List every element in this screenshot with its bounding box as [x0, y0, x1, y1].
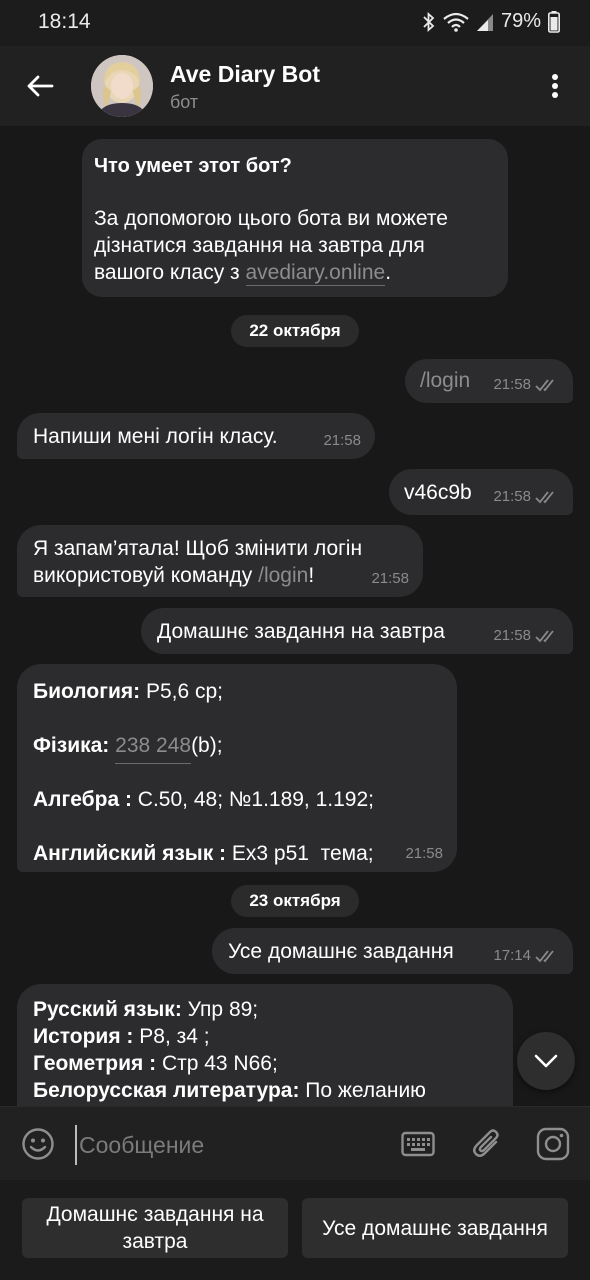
outgoing-message[interactable]: Усе домашнє завдання 17:14 [212, 928, 573, 974]
read-checkmarks-icon [535, 379, 554, 392]
chat-subtitle: бот [170, 92, 199, 112]
emoji-button[interactable] [19, 1125, 57, 1163]
message-text[interactable]: /login [420, 369, 470, 392]
homework-line: Русский язык: Упр 89; [33, 998, 259, 1021]
message-list[interactable]: Что умеет этот бот? За допомогою цього б… [0, 126, 590, 1106]
message-meta: 21:58 [323, 433, 361, 449]
attach-button[interactable] [468, 1125, 506, 1163]
status-time: 18:14 [38, 10, 91, 33]
message-time: 21:58 [493, 376, 531, 393]
camera-button[interactable] [534, 1125, 572, 1163]
signal-icon [476, 12, 494, 32]
message-time: 17:14 [493, 947, 531, 964]
keyboard-button-all-homework[interactable]: Усе домашнє завдання [302, 1198, 568, 1258]
read-checkmarks-icon [535, 491, 554, 504]
more-vertical-icon [552, 74, 558, 98]
message-time: 21:58 [493, 627, 531, 644]
message-meta: 17:14 [493, 948, 559, 964]
back-arrow-icon [27, 75, 54, 97]
read-checkmarks-icon [535, 950, 554, 963]
bot-info-text: За допомогою цього бота ви можете дізнат… [94, 207, 448, 286]
read-checkmarks-icon [535, 630, 554, 643]
message-time: 21:58 [371, 570, 409, 587]
incoming-message[interactable]: Напиши мені логін класу. 21:58 [17, 413, 375, 459]
login-command-link[interactable]: /login [258, 564, 308, 587]
message-input-bar [0, 1106, 590, 1181]
message-text: Усе домашнє завдання [228, 940, 454, 963]
homework-link[interactable]: 238 248 [115, 734, 192, 764]
status-bar: 18:14 79% [0, 0, 590, 46]
message-text: Домашнє завдання на завтра [157, 620, 445, 643]
battery-level: 79% [500, 10, 541, 32]
message-meta: 21:58 [493, 377, 559, 393]
message-meta: 21:58 [371, 571, 409, 587]
bot-avatar[interactable] [91, 55, 153, 117]
message-time: 21:58 [323, 432, 361, 449]
telegram-chat-screen: 18:14 79% Ave Diary Bot бот Что умеет эт… [0, 0, 590, 1280]
back-button[interactable] [22, 68, 58, 104]
bot-info-card: Что умеет этот бот? За допомогою цього б… [82, 139, 508, 297]
attach-icon [473, 1129, 499, 1157]
homework-line: Белорусская литература: По желанию [33, 1079, 426, 1102]
bot-keyboard-button[interactable] [399, 1125, 437, 1163]
keyboard-button-homework-tomorrow[interactable]: Домашнє завдання на завтра [22, 1198, 288, 1258]
message-meta: 21:58 [493, 489, 559, 505]
homework-line: История : P8, з4 ; [33, 1025, 210, 1048]
incoming-message[interactable]: Биология: P5,6 cp; Фізика: 238 248(b); А… [17, 664, 457, 872]
bot-info-heading: Что умеет этот бот? [94, 155, 292, 177]
chevron-down-icon [534, 1054, 558, 1068]
incoming-message[interactable]: Я запам’ятала! Щоб змінити логін викорис… [17, 525, 423, 597]
message-text: Напиши мені логін класу. [33, 425, 278, 448]
message-meta: 21:58 [493, 628, 559, 644]
keyboard-icon [401, 1131, 435, 1157]
homework-line: Фізика: 238 248(b); [33, 732, 457, 786]
more-options-button[interactable] [540, 68, 570, 104]
status-icons: 79% [422, 10, 560, 33]
homework-line: Геометрия : Стр 43 N66; [33, 1052, 278, 1075]
scroll-to-bottom-button[interactable] [517, 1032, 575, 1090]
message-time: 21:58 [405, 845, 443, 862]
site-link[interactable]: avediary.online [245, 261, 386, 286]
bot-reply-keyboard: Домашнє завдання на завтра Усе домашнє з… [0, 1180, 590, 1280]
date-separator: 22 октября [231, 315, 359, 347]
date-separator: 23 октября [231, 885, 359, 917]
bluetooth-icon [422, 11, 436, 32]
message-meta: 21:58 [405, 846, 443, 862]
message-time: 21:58 [493, 488, 531, 505]
outgoing-message[interactable]: Домашнє завдання на завтра 21:58 [141, 608, 573, 654]
chat-header: Ave Diary Bot бот [0, 46, 590, 126]
camera-icon [536, 1127, 570, 1161]
homework-line: Биология: P5,6 cp; [33, 680, 223, 703]
outgoing-message[interactable]: v46c9b 21:58 [389, 469, 573, 515]
emoji-icon [22, 1128, 54, 1160]
homework-line: Английский язык : Ex3 p51 тема; [33, 842, 374, 865]
message-text: v46c9b [404, 481, 472, 504]
message-input[interactable] [75, 1125, 381, 1165]
homework-line: Алгебра : С.50, 48; №1.189, 1.192; [33, 788, 374, 811]
incoming-message[interactable]: Русский язык: Упр 89; История : P8, з4 ;… [17, 984, 513, 1106]
battery-icon [548, 10, 560, 33]
chat-title: Ave Diary Bot [170, 61, 320, 87]
wifi-icon [443, 12, 469, 32]
message-text: Я запам’ятала! Щоб змінити логін викорис… [33, 537, 363, 587]
outgoing-message[interactable]: /login 21:58 [405, 359, 573, 403]
